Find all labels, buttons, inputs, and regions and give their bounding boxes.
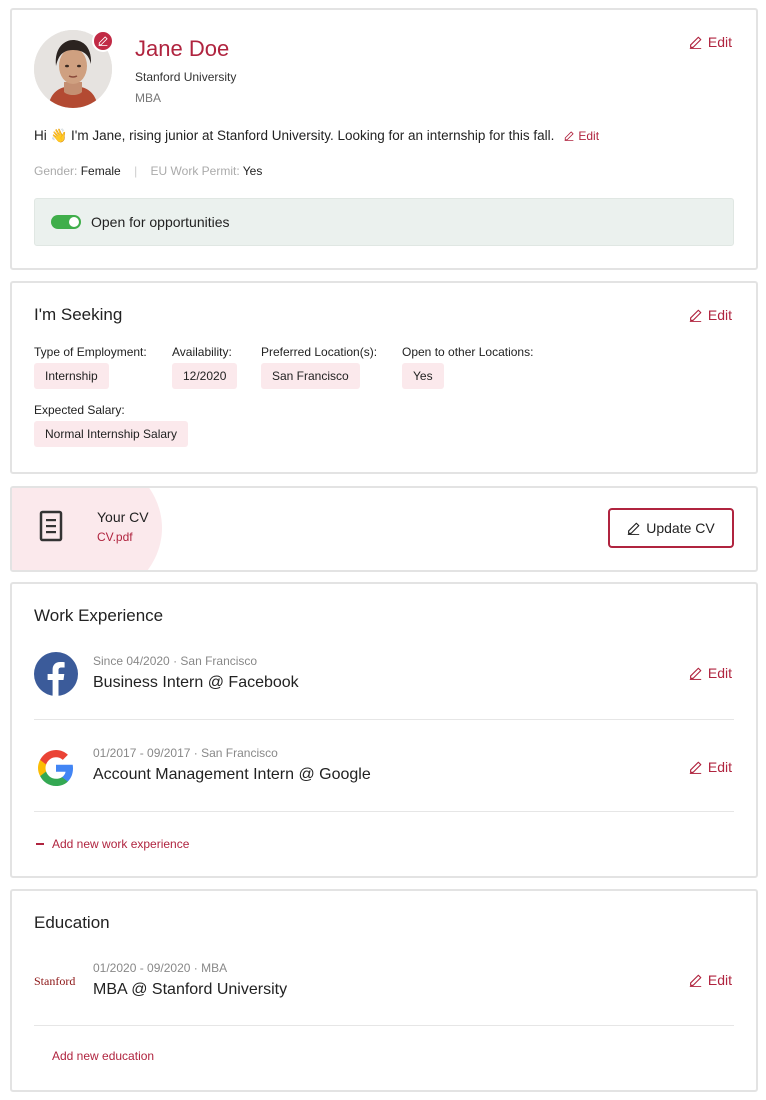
pencil-icon — [98, 36, 108, 46]
education-item-meta: 01/2020 - 09/2020 · MBA — [93, 961, 228, 975]
field-label: Expected Salary: — [34, 403, 125, 417]
bio: Hi 👋 I'm Jane, rising junior at Stanford… — [34, 128, 599, 144]
profile-meta: Gender: Female | EU Work Permit: Yes — [34, 164, 262, 178]
work-item-edit-button[interactable]: Edit — [689, 665, 732, 681]
education-item-edit-button[interactable]: Edit — [689, 972, 732, 988]
profile-card: Jane Doe Stanford University MBA Edit Hi… — [10, 8, 758, 270]
avatar-edit-badge[interactable] — [92, 30, 114, 52]
education-title: Education — [34, 913, 110, 932]
work-item: Since 04/2020 · San Francisco Business I… — [34, 650, 734, 742]
add-education-link[interactable]: Add new education — [52, 1049, 154, 1063]
seeking-edit-button[interactable]: Edit — [689, 307, 732, 323]
field-label: Preferred Location(s): — [261, 345, 378, 359]
cv-card: Your CV CV.pdf Update CV — [10, 486, 758, 572]
work-experience-card: Work Experience Since 04/2020 · San Fran… — [10, 582, 758, 878]
profile-school: Stanford University — [135, 70, 237, 84]
divider — [34, 1025, 734, 1026]
bio-edit-label: Edit — [578, 129, 600, 143]
pencil-icon — [689, 36, 702, 49]
pencil-icon — [689, 309, 702, 322]
pencil-icon — [689, 667, 702, 680]
cv-file-link[interactable]: CV.pdf — [97, 530, 133, 544]
google-logo-icon — [38, 750, 73, 786]
pencil-icon — [627, 522, 640, 535]
seeking-title: I'm Seeking — [34, 305, 123, 324]
permit-label: EU Work Permit: — [150, 164, 240, 178]
document-icon — [39, 510, 63, 542]
work-item: 01/2017 - 09/2017 · San Francisco Accoun… — [34, 742, 734, 834]
add-work-label: Add new work experience — [52, 837, 190, 851]
availability-chip: 12/2020 — [172, 363, 238, 389]
field-label: Availability: — [172, 345, 232, 359]
gender-value: Female — [80, 164, 121, 178]
salary-chip: Normal Internship Salary — [34, 421, 189, 447]
other-locations-field: Open to other Locations: Yes — [402, 345, 533, 389]
field-label: Type of Employment: — [34, 345, 147, 359]
update-cv-label: Update CV — [646, 520, 715, 536]
cv-highlight — [12, 488, 162, 570]
edit-label: Edit — [707, 972, 732, 988]
work-item-meta: 01/2017 - 09/2017 · San Francisco — [93, 746, 278, 760]
opportunities-box: Open for opportunities — [34, 198, 734, 246]
education-item: Stanford 01/2020 - 09/2020 · MBA MBA @ S… — [34, 957, 734, 1049]
facebook-logo-icon — [34, 652, 78, 696]
employment-type-field: Type of Employment: Internship — [34, 345, 147, 389]
work-item-edit-button[interactable]: Edit — [689, 759, 732, 775]
permit-value: Yes — [242, 164, 263, 178]
minus-icon — [36, 843, 44, 845]
work-title: Work Experience — [34, 606, 164, 625]
profile-edit-button[interactable]: Edit — [689, 34, 732, 50]
education-card: Education Stanford 01/2020 - 09/2020 · M… — [10, 889, 758, 1092]
work-item-meta: Since 04/2020 · San Francisco — [93, 654, 258, 668]
salary-field: Expected Salary: Normal Internship Salar… — [34, 403, 189, 447]
edit-label: Edit — [707, 759, 732, 775]
add-education-label: Add new education — [52, 1049, 155, 1063]
edit-label: Edit — [707, 34, 732, 50]
opportunities-label: Open for opportunities — [91, 214, 230, 230]
availability-field: Availability: 12/2020 — [172, 345, 238, 389]
pencil-icon — [689, 761, 702, 774]
other-locations-chip: Yes — [402, 363, 444, 389]
edit-label: Edit — [707, 307, 732, 323]
employment-type-chip: Internship — [34, 363, 109, 389]
meta-separator: | — [134, 164, 138, 178]
divider — [34, 811, 734, 812]
work-item-title: Account Management Intern @ Google — [93, 766, 371, 783]
update-cv-button[interactable]: Update CV — [608, 508, 734, 548]
field-label: Open to other Locations: — [402, 345, 534, 359]
stanford-logo: Stanford — [34, 974, 76, 988]
education-item-title: MBA @ Stanford University — [93, 981, 288, 998]
bio-text: Hi 👋 I'm Jane, rising junior at Stanford… — [34, 128, 555, 143]
edit-label: Edit — [707, 665, 732, 681]
cv-title: Your CV — [97, 509, 149, 525]
add-work-experience-link[interactable]: Add new work experience — [36, 837, 189, 851]
seeking-card: I'm Seeking Edit Type of Employment: Int… — [10, 281, 758, 474]
profile-name: Jane Doe — [135, 36, 230, 61]
work-item-title: Business Intern @ Facebook — [93, 674, 299, 691]
preferred-location-field: Preferred Location(s): San Francisco — [261, 345, 377, 389]
pencil-icon — [689, 974, 702, 987]
profile-degree: MBA — [135, 91, 162, 105]
opportunities-toggle[interactable] — [51, 215, 81, 229]
pencil-icon — [564, 131, 574, 141]
bio-edit-button[interactable]: Edit — [564, 129, 599, 143]
preferred-location-chip: San Francisco — [261, 363, 360, 389]
gender-label: Gender: — [34, 164, 78, 178]
divider — [34, 719, 734, 720]
